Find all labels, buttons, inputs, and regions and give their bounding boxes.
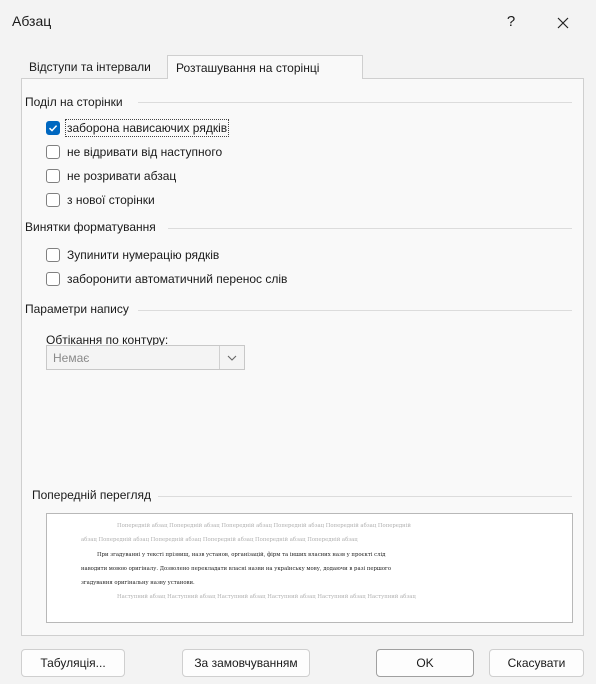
close-icon xyxy=(557,17,569,29)
page-break-before-label: з нової сторінки xyxy=(67,193,155,207)
tight-wrap-select[interactable]: Немає xyxy=(46,345,245,370)
preview-group-title: Попередній перегляд xyxy=(32,488,152,502)
preview-previous-paragraph-line: Попередній абзац Попередній абзац Попере… xyxy=(117,523,411,529)
paragraph-preview: Попередній абзац Попередній абзац Попере… xyxy=(46,513,573,623)
keep-lines-together-label: не розривати абзац xyxy=(67,169,177,183)
checkmark-icon xyxy=(48,125,58,132)
keep-lines-together-option[interactable]: не розривати абзац xyxy=(46,167,176,185)
exceptions-group-title: Винятки форматування xyxy=(25,220,156,234)
title-bar: Абзац ? xyxy=(0,0,596,44)
textbox-group-line xyxy=(138,310,572,311)
exceptions-group-line xyxy=(168,228,572,229)
cancel-button[interactable]: Скасувати xyxy=(489,649,584,677)
keep-with-next-option[interactable]: не відривати від наступного xyxy=(46,143,222,161)
tab-line-page-breaks[interactable]: Розташування на сторінці xyxy=(167,55,363,79)
dont-hyphenate-label: заборонити автоматичний перенос слів xyxy=(67,272,288,286)
tabs-button[interactable]: Табуляція... xyxy=(21,649,125,677)
page-break-before-option[interactable]: з нової сторінки xyxy=(46,191,155,209)
dialog-title: Абзац xyxy=(12,13,52,29)
close-button[interactable] xyxy=(548,9,578,35)
suppress-line-numbers-option[interactable]: Зупинити нумерацію рядків xyxy=(46,246,219,264)
keep-with-next-checkbox[interactable] xyxy=(46,145,60,159)
tab-indents-spacing[interactable]: Відступи та інтервали xyxy=(21,55,169,79)
dont-hyphenate-option[interactable]: заборонити автоматичний перенос слів xyxy=(46,270,287,288)
pagination-group-line xyxy=(138,102,572,103)
help-button[interactable]: ? xyxy=(497,9,525,35)
widow-orphan-control-label: заборона нависаючих рядків xyxy=(64,119,230,137)
preview-sample-paragraph-line: При згадуванні у тексті прізвищ, назв ус… xyxy=(97,552,386,558)
preview-group-line xyxy=(158,496,572,497)
widow-orphan-control-option[interactable]: заборона нависаючих рядків xyxy=(46,119,230,137)
chevron-down-icon xyxy=(219,346,244,369)
widow-orphan-control-checkbox[interactable] xyxy=(46,121,60,135)
page-break-before-checkbox[interactable] xyxy=(46,193,60,207)
pagination-group-title: Поділ на сторінки xyxy=(25,95,123,109)
tab-indents-spacing-label: Відступи та інтервали xyxy=(29,60,151,74)
preview-sample-paragraph-line: згадування оригінальну назву установи. xyxy=(81,580,195,586)
preview-next-paragraph-line: Наступний абзац Наступний абзац Наступни… xyxy=(117,594,416,600)
preview-sample-paragraph-line: наводити мовою оригіналу. Дозволено пере… xyxy=(81,566,392,572)
set-default-button[interactable]: За замовчуванням xyxy=(182,649,310,677)
dont-hyphenate-checkbox[interactable] xyxy=(46,272,60,286)
suppress-line-numbers-label: Зупинити нумерацію рядків xyxy=(67,248,220,262)
tab-line-page-breaks-label: Розташування на сторінці xyxy=(176,61,320,75)
tight-wrap-value: Немає xyxy=(53,351,90,365)
textbox-group-title: Параметри напису xyxy=(25,302,129,316)
keep-lines-together-checkbox[interactable] xyxy=(46,169,60,183)
suppress-line-numbers-checkbox[interactable] xyxy=(46,248,60,262)
keep-with-next-label: не відривати від наступного xyxy=(67,145,223,159)
ok-button[interactable]: OK xyxy=(376,649,474,677)
preview-previous-paragraph-line: абзац Попередній абзац Попередній абзац … xyxy=(81,537,358,543)
